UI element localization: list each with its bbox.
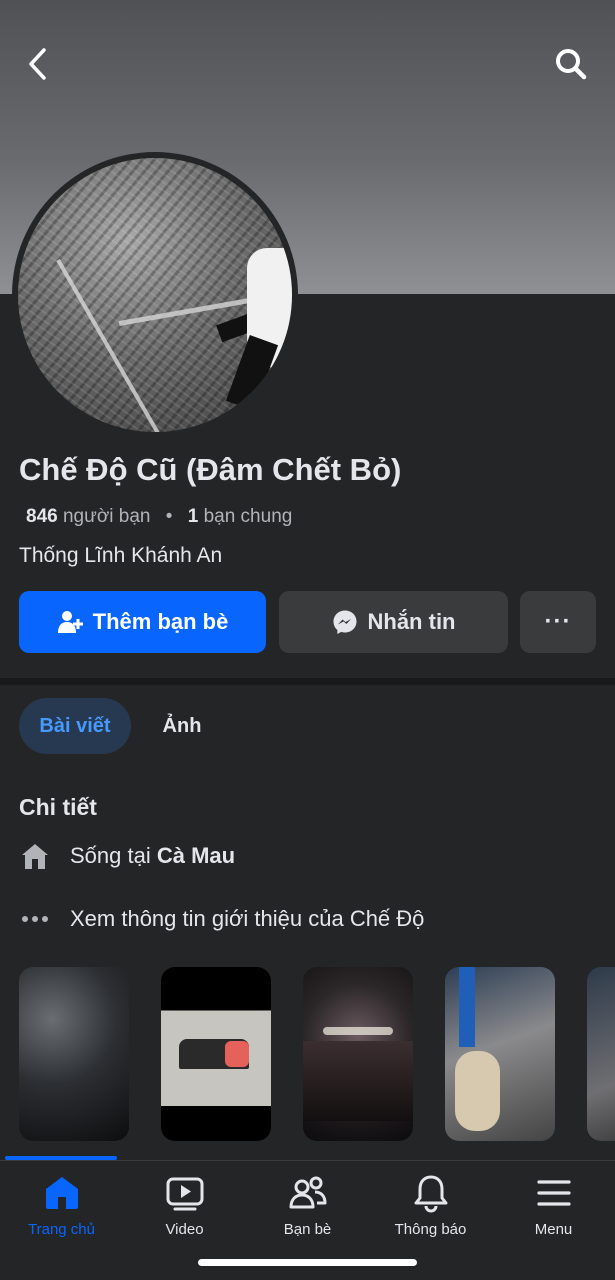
featured-story[interactable] <box>161 967 271 1141</box>
nav-menu[interactable]: Menu <box>492 1173 615 1238</box>
add-friend-icon <box>57 611 83 633</box>
lives-in-row: Sống tại Cà Mau <box>19 836 235 876</box>
nav-friends-label: Bạn bè <box>283 1221 332 1238</box>
message-button[interactable]: Nhắn tin <box>279 591 508 653</box>
nav-friends[interactable]: Bạn bè <box>246 1173 369 1238</box>
nav-video[interactable]: Video <box>123 1173 246 1238</box>
back-button[interactable] <box>14 40 62 88</box>
nav-home-label: Trang chủ <box>28 1221 95 1238</box>
featured-story[interactable] <box>445 967 555 1141</box>
profile-avatar[interactable] <box>12 152 298 438</box>
profile-work: Thống Lĩnh Khánh An <box>19 544 223 567</box>
details-heading: Chi tiết <box>19 794 97 820</box>
stats-separator: • <box>165 506 173 527</box>
friend-label: người bạn <box>62 506 151 527</box>
section-divider <box>0 678 615 685</box>
avatar-image <box>18 158 292 432</box>
lives-prefix: Sống tại <box>70 843 157 868</box>
featured-story[interactable] <box>303 967 413 1141</box>
featured-story[interactable] <box>587 967 615 1141</box>
nav-home[interactable]: Trang chủ <box>0 1173 123 1238</box>
friends-icon <box>289 1176 326 1209</box>
featured-stories <box>19 967 615 1143</box>
see-intro-row[interactable]: Xem thông tin giới thiệu của Chế Độ <box>19 899 424 939</box>
lives-city: Cà Mau <box>156 843 236 868</box>
search-button[interactable] <box>547 40 595 88</box>
more-options-button[interactable]: ··· <box>520 591 596 653</box>
featured-story[interactable] <box>19 967 129 1141</box>
nav-notifications[interactable]: Thông báo <box>369 1173 492 1238</box>
nav-menu-label: Menu <box>534 1221 573 1238</box>
more-icon: ··· <box>544 608 572 635</box>
ellipsis-icon <box>19 914 51 924</box>
tab-photos[interactable]: Ảnh <box>140 698 224 754</box>
add-friend-button[interactable]: Thêm bạn bè <box>19 591 266 653</box>
see-intro-link: Xem thông tin giới thiệu của Chế Độ <box>70 906 425 931</box>
home-icon <box>19 841 51 871</box>
search-icon <box>556 49 587 80</box>
mutual-label: bạn chung <box>203 506 293 527</box>
profile-name: Chế Độ Cũ (Đâm Chết Bỏ) <box>19 452 402 487</box>
home-icon <box>45 1177 78 1209</box>
video-icon <box>166 1177 203 1211</box>
home-indicator[interactable] <box>198 1259 417 1266</box>
messenger-icon <box>333 610 356 634</box>
message-label: Nhắn tin <box>367 609 456 634</box>
friend-count: 846 <box>26 506 58 527</box>
friend-stats[interactable]: 846 người bạn • 1 bạn chung <box>26 506 292 528</box>
add-friend-label: Thêm bạn bè <box>92 609 229 634</box>
mutual-count: 1 <box>187 506 199 527</box>
nav-video-label: Video <box>165 1221 204 1238</box>
menu-icon <box>536 1180 571 1206</box>
tab-posts[interactable]: Bài viết <box>19 698 131 754</box>
nav-notifications-label: Thông báo <box>394 1221 467 1238</box>
chevron-left-icon <box>29 48 46 80</box>
bell-icon <box>414 1175 447 1213</box>
